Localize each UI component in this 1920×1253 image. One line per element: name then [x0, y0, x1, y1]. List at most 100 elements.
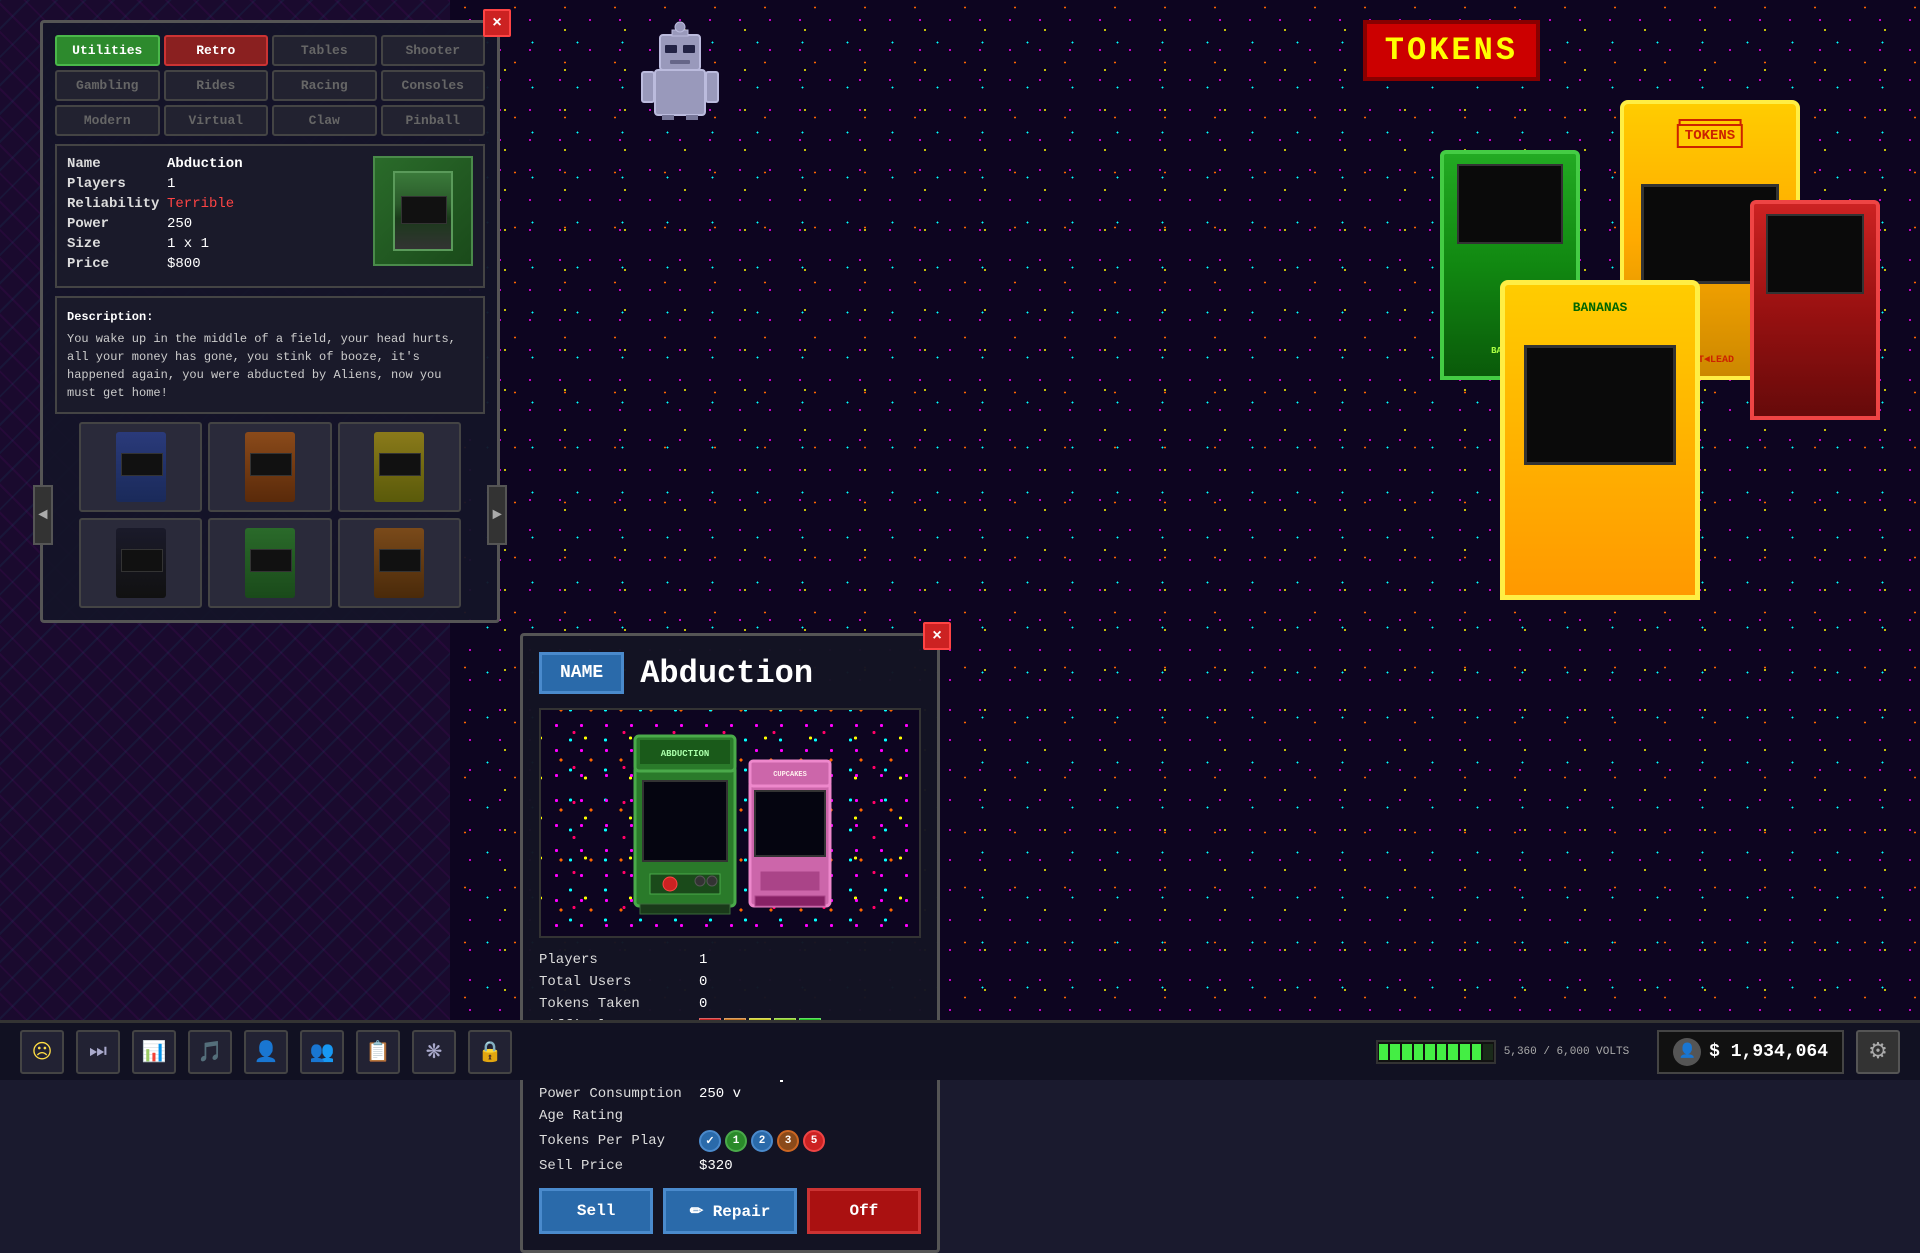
- tab-virtual[interactable]: Virtual: [164, 105, 269, 136]
- left-panel-close-button[interactable]: ×: [483, 9, 511, 37]
- token-checked: ✓: [699, 1130, 721, 1152]
- reliability-value: Terrible: [167, 196, 234, 212]
- tab-racing[interactable]: Racing: [272, 70, 377, 101]
- music-button[interactable]: 🎵: [188, 1030, 232, 1074]
- price-label: Price: [67, 256, 167, 272]
- stat-players-label: Players: [539, 952, 699, 968]
- bg-banana-machine: BANANAS: [1500, 280, 1700, 600]
- stat-total-users: Total Users 0: [539, 974, 921, 990]
- power-seg-1: [1379, 1044, 1389, 1060]
- tab-pinball[interactable]: Pinball: [381, 105, 486, 136]
- machine-info-box: Name Abduction Players 1 Reliability Ter…: [55, 144, 485, 288]
- power-seg-6: [1437, 1044, 1447, 1060]
- token-1: 1: [725, 1130, 747, 1152]
- machine-thumb-green: [245, 528, 295, 598]
- description-title: Description:: [67, 308, 473, 326]
- power-meter: 5,360 / 6,000 VOLTS: [1376, 1040, 1629, 1064]
- price-row: Price $800: [67, 256, 363, 272]
- off-button[interactable]: Off: [807, 1188, 921, 1234]
- detail-panel-close-button[interactable]: ×: [923, 622, 951, 650]
- stat-tokens-taken: Tokens Taken 0: [539, 996, 921, 1012]
- tab-gambling[interactable]: Gambling: [55, 70, 160, 101]
- thumbnail-6[interactable]: [338, 518, 461, 608]
- tab-retro[interactable]: Retro: [164, 35, 269, 66]
- person2-button[interactable]: 👥: [300, 1030, 344, 1074]
- robot-character: [620, 0, 740, 125]
- stat-power: Power Consumption 250 v: [539, 1086, 921, 1102]
- chart-button[interactable]: 📊: [132, 1030, 176, 1074]
- machine-thumb-blue: [116, 432, 166, 502]
- power-seg-8: [1460, 1044, 1470, 1060]
- power-seg-9: [1472, 1044, 1482, 1060]
- smiley-button[interactable]: ☹: [20, 1030, 64, 1074]
- machine-thumb-orange2: [374, 528, 424, 598]
- action-buttons: Sell ✏ Repair Off: [539, 1188, 921, 1234]
- svg-text:ABDUCTION: ABDUCTION: [661, 749, 710, 759]
- stat-power-label: Power Consumption: [539, 1086, 699, 1102]
- name-label: Name: [67, 156, 167, 172]
- tab-utilities[interactable]: Utilities: [55, 35, 160, 66]
- thumbnail-1[interactable]: [79, 422, 202, 512]
- name-row: Name Abduction: [67, 156, 363, 172]
- tab-rides[interactable]: Rides: [164, 70, 269, 101]
- name-value: Abduction: [167, 156, 243, 172]
- power-value: 250: [167, 216, 192, 232]
- thumbnail-4[interactable]: [79, 518, 202, 608]
- power-seg-5: [1425, 1044, 1435, 1060]
- machine-image-area: ABDUCTION CUPCAKES: [539, 708, 921, 938]
- power-bar: [1376, 1040, 1496, 1064]
- token-3: 3: [777, 1130, 799, 1152]
- thumbnail-grid: [79, 422, 461, 608]
- scroll-left-button[interactable]: ◄: [33, 485, 53, 545]
- thumbnail-5[interactable]: [208, 518, 331, 608]
- stat-tokens-taken-label: Tokens Taken: [539, 996, 699, 1012]
- power-seg-4: [1414, 1044, 1424, 1060]
- stat-tokens-per-play: Tokens Per Play ✓ 1 2 3 5: [539, 1130, 921, 1152]
- size-value: 1 x 1: [167, 236, 209, 252]
- tokens-per-play-display: ✓ 1 2 3 5: [699, 1130, 825, 1152]
- machine-thumb-yellow: [374, 432, 424, 502]
- power-seg-3: [1402, 1044, 1412, 1060]
- person-button[interactable]: 👤: [244, 1030, 288, 1074]
- reliability-row: Reliability Terrible: [67, 196, 363, 212]
- thumbnail-3[interactable]: [338, 422, 461, 512]
- players-value: 1: [167, 176, 175, 192]
- gear-button[interactable]: ⚙: [1856, 1030, 1900, 1074]
- power-label: Power: [67, 216, 167, 232]
- thumbnail-2[interactable]: [208, 422, 331, 512]
- bottom-toolbar: ☹ ⏭ 📊 🎵 👤 👥 📋 ❋ 🔒 5,360 / 6,000 VOLTS 👤 …: [0, 1020, 1920, 1080]
- money-icon: 👤: [1673, 1038, 1701, 1066]
- detail-title: Abduction: [640, 655, 813, 692]
- svg-text:CUPCAKES: CUPCAKES: [773, 771, 807, 779]
- tab-claw[interactable]: Claw: [272, 105, 377, 136]
- repair-button[interactable]: ✏ Repair: [663, 1188, 797, 1234]
- stat-total-users-value: 0: [699, 974, 707, 990]
- flower-button[interactable]: ❋: [412, 1030, 456, 1074]
- stat-age-rating-label: Age Rating: [539, 1108, 699, 1124]
- bar-button[interactable]: 📋: [356, 1030, 400, 1074]
- size-label: Size: [67, 236, 167, 252]
- scroll-right-button[interactable]: ►: [487, 485, 507, 545]
- name-button[interactable]: NAME: [539, 652, 624, 694]
- detail-panel: × NAME Abduction ABDUCTION: [520, 633, 940, 1253]
- tokens-sign: TOKENS: [1363, 20, 1540, 81]
- stat-tokens-per-play-label: Tokens Per Play: [539, 1133, 699, 1149]
- tab-tables[interactable]: Tables: [272, 35, 377, 66]
- price-value: $800: [167, 256, 201, 272]
- tab-shooter[interactable]: Shooter: [381, 35, 486, 66]
- machine-image-inner: ABDUCTION CUPCAKES: [625, 726, 835, 921]
- lock-button[interactable]: 🔒: [468, 1030, 512, 1074]
- tab-consoles[interactable]: Consoles: [381, 70, 486, 101]
- sell-button[interactable]: Sell: [539, 1188, 653, 1234]
- reliability-label: Reliability: [67, 196, 167, 212]
- money-amount: $ 1,934,064: [1709, 1042, 1828, 1062]
- tab-modern[interactable]: Modern: [55, 105, 160, 136]
- fast-forward-button[interactable]: ⏭: [76, 1030, 120, 1074]
- players-label: Players: [67, 176, 167, 192]
- power-text: 5,360 / 6,000 VOLTS: [1504, 1046, 1629, 1058]
- left-panel: × Utilities Retro Tables Shooter Gamblin…: [40, 20, 500, 623]
- machine-pixel-art: [393, 171, 453, 251]
- machine-preview-left: [373, 156, 473, 266]
- stat-total-users-label: Total Users: [539, 974, 699, 990]
- machine-thumb-orange: [245, 432, 295, 502]
